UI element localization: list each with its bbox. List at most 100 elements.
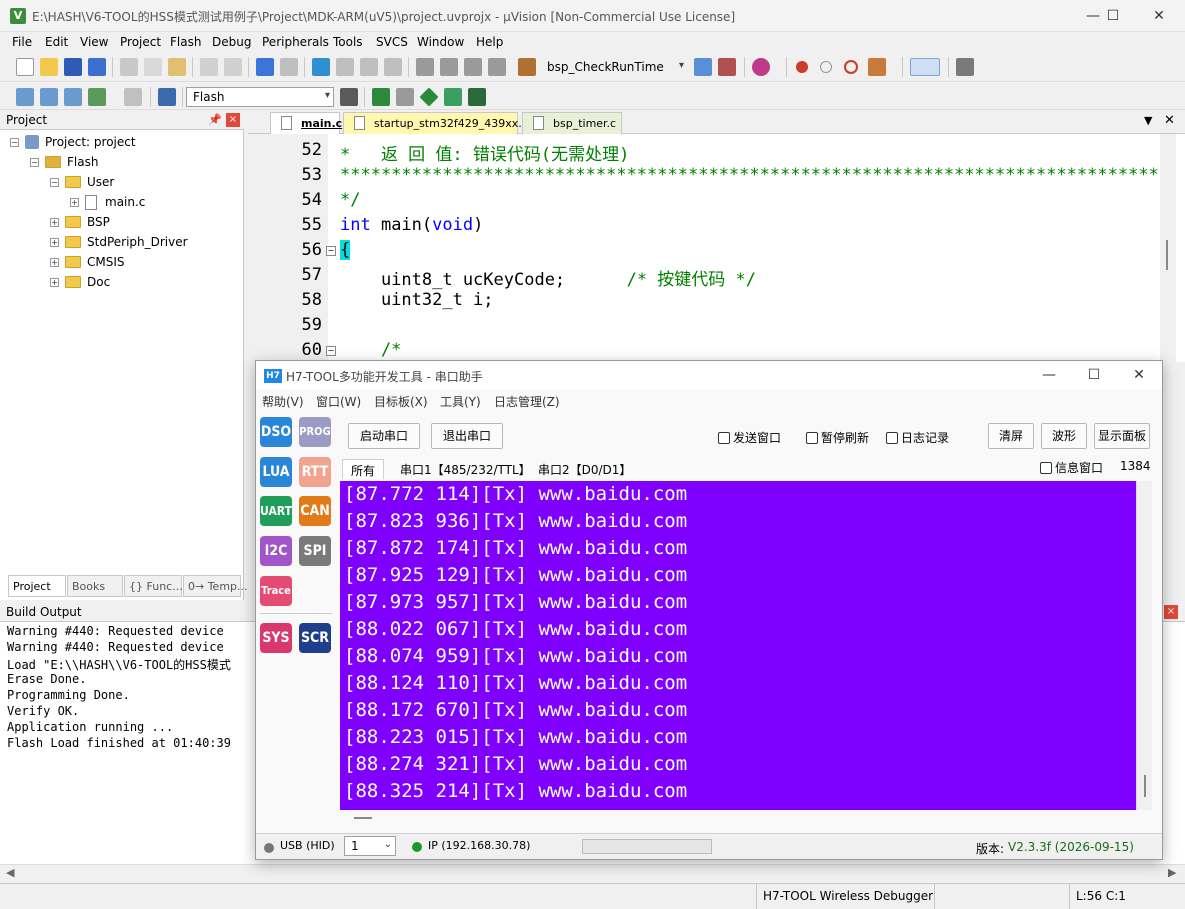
- collapse-icon[interactable]: −: [50, 177, 59, 187]
- h7-menu-tools[interactable]: 工具(Y): [440, 393, 481, 410]
- h7-minimize-button[interactable]: —: [1026, 361, 1072, 389]
- find-in-files-icon[interactable]: [518, 58, 536, 76]
- tab-project[interactable]: Project: [8, 575, 66, 597]
- menu-tools[interactable]: Tools: [333, 35, 363, 49]
- h7-maximize-button[interactable]: ☐: [1071, 361, 1117, 389]
- comment-icon[interactable]: [464, 58, 482, 76]
- tab-all[interactable]: 所有: [342, 459, 385, 479]
- port-select[interactable]: 1 ⌄: [344, 836, 396, 856]
- tab-bsp-timer-c[interactable]: bsp_timer.c: [522, 112, 622, 134]
- window-layout-icon[interactable]: [910, 58, 940, 76]
- dso-button[interactable]: DSO: [260, 417, 292, 447]
- nav-back-icon[interactable]: [256, 58, 274, 76]
- collapse-icon[interactable]: −: [10, 137, 19, 147]
- expand-icon[interactable]: +: [50, 217, 59, 227]
- function-combo[interactable]: bsp_CheckRunTime ▾: [540, 57, 688, 77]
- start-serial-button[interactable]: 启动串口: [348, 423, 420, 449]
- code-editor[interactable]: 52 * 返 回 值: 错误代码(无需处理) 53 **************…: [248, 134, 1185, 362]
- menu-peripherals[interactable]: Peripherals: [262, 35, 329, 49]
- tab-main-c[interactable]: main.c: [270, 112, 342, 134]
- tab-list-chevron-icon[interactable]: ▼: [1144, 114, 1152, 127]
- translate-icon[interactable]: [16, 88, 34, 106]
- clear-bookmarks-icon[interactable]: [384, 58, 402, 76]
- serial-terminal[interactable]: [87.772 114][Tx] www.baidu.com [87.823 9…: [340, 481, 1136, 810]
- enable-breakpoint-icon[interactable]: [820, 61, 832, 73]
- menu-file[interactable]: File: [12, 35, 32, 49]
- expand-icon[interactable]: +: [50, 277, 59, 287]
- prog-button[interactable]: PROG: [299, 417, 331, 447]
- pin-icon[interactable]: 📌: [208, 113, 222, 126]
- trace-button[interactable]: Trace: [260, 576, 292, 606]
- select-packs-icon[interactable]: [444, 88, 462, 106]
- fold-icon[interactable]: −: [326, 246, 336, 256]
- download-icon[interactable]: [158, 88, 176, 106]
- menu-view[interactable]: View: [80, 35, 108, 49]
- menu-edit[interactable]: Edit: [45, 35, 68, 49]
- tree-item-cmsis[interactable]: + CMSIS: [50, 252, 125, 272]
- close-icon[interactable]: ×: [1164, 605, 1178, 619]
- pack-installer-icon[interactable]: [419, 87, 439, 107]
- menu-debug[interactable]: Debug: [212, 35, 251, 49]
- h7-close-button[interactable]: ✕: [1116, 361, 1162, 389]
- tab-startup-s[interactable]: startup_stm32f429_439xx.s: [343, 112, 527, 134]
- can-button[interactable]: CAN: [299, 496, 331, 526]
- expand-icon[interactable]: +: [50, 257, 59, 267]
- manage-components-icon[interactable]: [372, 88, 390, 106]
- kill-breakpoints-icon[interactable]: [868, 58, 886, 76]
- bookmark-icon[interactable]: [312, 58, 330, 76]
- i2c-button[interactable]: I2C: [260, 536, 292, 566]
- paste-icon[interactable]: [168, 58, 186, 76]
- tree-item-stdperiph[interactable]: + StdPeriph_Driver: [50, 232, 188, 252]
- h7-menu-window[interactable]: 窗口(W): [316, 393, 361, 410]
- waveform-button[interactable]: 波形: [1041, 423, 1087, 449]
- terminal-scrollbar[interactable]: [1136, 481, 1152, 810]
- fold-icon[interactable]: −: [326, 346, 336, 356]
- tab-serial2[interactable]: 串口2【D0/D1】: [530, 459, 639, 479]
- find-icon[interactable]: [694, 58, 712, 76]
- file-extensions-icon[interactable]: [396, 88, 414, 106]
- editor-scrollbar[interactable]: [1160, 134, 1176, 362]
- close-tab-icon[interactable]: ✕: [1164, 113, 1175, 128]
- tree-item-main-c[interactable]: + main.c: [70, 192, 145, 212]
- h7-menu-log[interactable]: 日志管理(Z): [494, 393, 560, 410]
- tab-books[interactable]: Books: [67, 575, 123, 597]
- menu-window[interactable]: Window: [417, 35, 464, 49]
- open-folder-icon[interactable]: [40, 58, 58, 76]
- indent-icon[interactable]: [416, 58, 434, 76]
- expand-icon[interactable]: +: [50, 237, 59, 247]
- tab-templates[interactable]: 0→ Temp...: [183, 575, 248, 597]
- stop-build-icon[interactable]: [124, 88, 142, 106]
- prev-bookmark-icon[interactable]: [336, 58, 354, 76]
- build-icon[interactable]: [40, 88, 58, 106]
- checkbox-box[interactable]: [886, 431, 898, 444]
- uncomment-icon[interactable]: [488, 58, 506, 76]
- save-all-icon[interactable]: [88, 58, 106, 76]
- nav-forward-icon[interactable]: [280, 58, 298, 76]
- tree-item-user[interactable]: − User: [50, 172, 114, 192]
- horizontal-scrollbar[interactable]: ◀ ▶: [0, 864, 1185, 882]
- maximize-button[interactable]: ☐: [1090, 0, 1136, 32]
- batch-build-icon[interactable]: [88, 88, 106, 106]
- debug-session-icon[interactable]: [752, 58, 770, 76]
- send-window-checkbox[interactable]: 发送窗口: [718, 429, 781, 446]
- show-panel-button[interactable]: 显示面板: [1094, 423, 1150, 449]
- sys-button[interactable]: SYS: [260, 623, 292, 653]
- scroll-thumb[interactable]: [1166, 240, 1168, 270]
- h7-menu-help[interactable]: 帮助(V): [262, 393, 304, 410]
- checkbox-box[interactable]: [718, 431, 730, 444]
- scroll-thumb[interactable]: [1144, 775, 1146, 797]
- copy-icon[interactable]: [144, 58, 162, 76]
- redo-icon[interactable]: [224, 58, 242, 76]
- menu-svcs[interactable]: SVCS: [376, 35, 408, 49]
- log-record-checkbox[interactable]: 日志记录: [886, 429, 949, 446]
- rtt-button[interactable]: RTT: [299, 457, 331, 487]
- expand-icon[interactable]: +: [70, 197, 79, 207]
- menu-help[interactable]: Help: [476, 35, 503, 49]
- exit-serial-button[interactable]: 退出串口: [431, 423, 503, 449]
- pause-refresh-checkbox[interactable]: 暂停刷新: [806, 429, 869, 446]
- breakpoint-icon[interactable]: [796, 61, 808, 73]
- tree-item-doc[interactable]: + Doc: [50, 272, 110, 292]
- tree-item-project[interactable]: − Project: project: [10, 132, 136, 152]
- next-bookmark-icon[interactable]: [360, 58, 378, 76]
- checkbox-box[interactable]: [806, 431, 818, 444]
